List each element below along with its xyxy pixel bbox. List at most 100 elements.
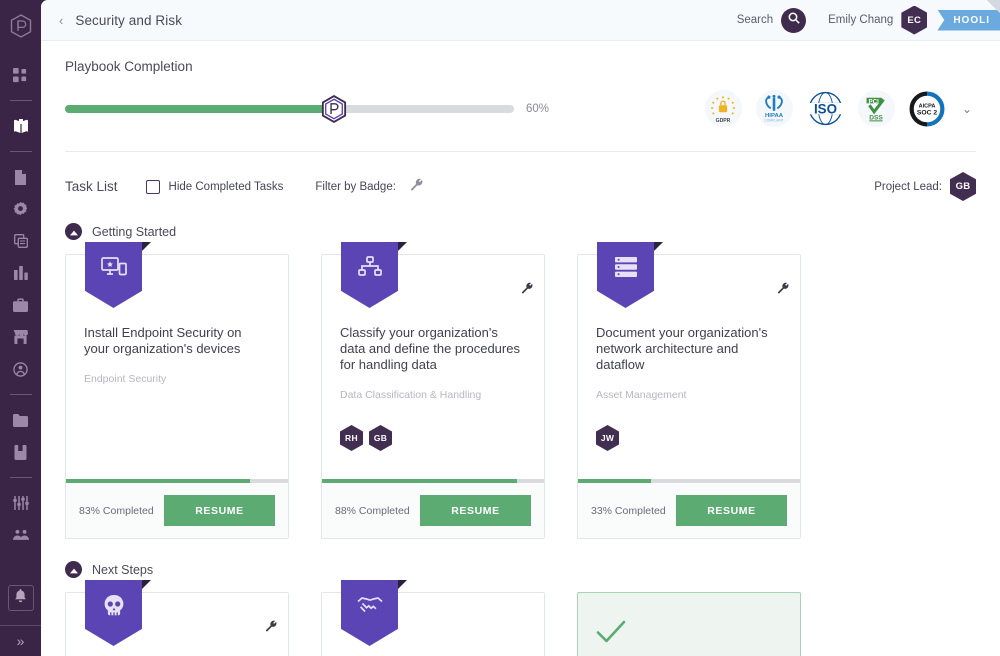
search-label: Search (736, 14, 774, 26)
project-lead-group: Project Lead: GB (874, 172, 976, 201)
sidebar-item-controls[interactable] (0, 487, 41, 519)
card-settings-wrench-icon[interactable] (777, 281, 789, 299)
section-header: Getting Started (65, 223, 976, 240)
card-progress-bar (322, 479, 544, 483)
assignee-avatar[interactable]: RH (340, 425, 363, 451)
playbook-completion-section: Playbook Completion 60% GDPR HIPAA COMPL… (41, 41, 1000, 127)
sidebar-item-settings[interactable] (0, 193, 41, 225)
hipaa-badge[interactable]: HIPAA COMPLIANT (755, 90, 793, 127)
header-right-group: Search Emily Chang EC HOOLI (737, 0, 1000, 41)
assignee-avatar[interactable]: JW (596, 425, 619, 451)
section-title: Next Steps (92, 562, 154, 577)
bell-icon (14, 588, 27, 608)
card-grid: Install Endpoint Security on your organi… (65, 242, 976, 539)
card-settings-wrench-icon[interactable] (265, 619, 277, 637)
card-subtitle: Endpoint Security (84, 373, 167, 385)
gdpr-badge[interactable]: GDPR (704, 90, 742, 127)
sidebar-item-dashboard[interactable] (0, 59, 41, 91)
task-section: Next Steps (41, 561, 1000, 656)
back-button[interactable]: ‹ (59, 13, 63, 28)
task-list-toolbar: Task List Hide Completed Tasks Filter by… (41, 152, 1000, 201)
card-subtitle: Data Classification & Handling (340, 389, 482, 401)
sidebar-item-playbooks[interactable] (0, 110, 41, 142)
resume-button[interactable]: RESUME (676, 495, 787, 526)
card-subtitle: Asset Management (596, 389, 687, 401)
soc2-badge[interactable]: AICPA SOC 2 (909, 90, 946, 127)
ribbon-fold-decoration (398, 580, 407, 589)
app-root: » ‹ Security and Risk Search Emily Chang… (0, 0, 1000, 656)
playbook-progress-row: 60% GDPR HIPAA COMPLIANT ISO PCI DSS AIC… (65, 90, 976, 127)
sidebar-item-copies[interactable] (0, 225, 41, 257)
card-settings-wrench-icon[interactable] (521, 281, 533, 299)
card-progress-fill (578, 479, 652, 483)
task-card[interactable]: Classify your organization's data and de… (321, 242, 545, 539)
sidebar-item-reports[interactable] (0, 257, 41, 289)
task-sections: Getting Started Install Endpoint Security… (41, 223, 1000, 656)
skull-icon (102, 594, 126, 623)
assignee-avatar[interactable]: GB (369, 425, 392, 451)
handshake-icon (356, 594, 383, 621)
card-progress-fill (322, 479, 518, 483)
section-title: Getting Started (92, 224, 177, 239)
iso-badge[interactable]: ISO (807, 90, 844, 127)
check-icon (596, 620, 626, 649)
server-stack-icon (614, 256, 638, 283)
resume-button[interactable]: RESUME (420, 495, 531, 526)
card-footer: 83% Completed RESUME (66, 483, 288, 538)
card-body (578, 593, 800, 656)
sidebar-divider-3 (9, 394, 32, 395)
card-grid (65, 580, 976, 656)
sidebar-item-notebook[interactable] (0, 436, 41, 468)
card-title: Document your organization's network arc… (596, 325, 768, 372)
ribbon-fold-decoration (142, 242, 151, 251)
playbook-completion-title: Playbook Completion (65, 59, 193, 74)
sidebar-item-documents[interactable] (0, 161, 41, 193)
app-logo[interactable] (10, 14, 32, 43)
project-lead-avatar[interactable]: GB (950, 172, 976, 201)
hierarchy-icon (357, 256, 382, 283)
section-collapse-toggle[interactable] (65, 223, 82, 240)
ribbon-fold-decoration (142, 580, 151, 589)
card-progress-label: 88% Completed (335, 504, 410, 517)
sidebar-item-network[interactable] (0, 353, 41, 385)
sidebar-item-files[interactable] (0, 404, 41, 436)
wrench-icon[interactable] (410, 178, 423, 196)
content-scroll-area: Playbook Completion 60% GDPR HIPAA COMPL… (41, 41, 1000, 656)
pci-dss-badge[interactable]: PCI DSS (857, 90, 895, 127)
avatar[interactable]: EC (901, 5, 928, 35)
chevron-up-icon (69, 223, 78, 241)
user-name: Emily Chang (828, 14, 894, 26)
hide-completed-label: Hide Completed Tasks (168, 180, 284, 193)
sidebar-item-marketplace[interactable] (0, 321, 41, 353)
progress-knob-logo-icon[interactable] (322, 94, 347, 123)
sidebar-divider-2 (9, 151, 32, 152)
progress-fill (65, 104, 335, 113)
card-assignees: JW (596, 425, 782, 451)
task-card[interactable] (65, 580, 289, 656)
svg-text:PCI: PCI (869, 98, 880, 105)
playbook-percent-label: 60% (526, 102, 550, 115)
resume-button[interactable]: RESUME (164, 495, 275, 526)
card-progress-label: 83% Completed (79, 504, 154, 517)
chevron-down-icon[interactable]: ⌄ (962, 102, 972, 116)
task-card[interactable] (321, 580, 545, 656)
hide-completed-checkbox[interactable] (145, 179, 160, 194)
ribbon-fold-decoration (654, 242, 663, 251)
section-collapse-toggle[interactable] (65, 561, 82, 578)
search-button[interactable] (781, 7, 807, 33)
task-card[interactable]: Install Endpoint Security on your organi… (65, 242, 289, 539)
ribbon-fold-decoration (398, 242, 407, 251)
sidebar-expand-button[interactable]: » (0, 626, 41, 656)
card-progress-bar (66, 479, 288, 483)
card-progress-fill (66, 479, 251, 483)
notifications-button[interactable] (7, 585, 34, 611)
sidebar-item-people[interactable] (0, 519, 41, 551)
card-footer: 88% Completed RESUME (322, 483, 544, 538)
task-card[interactable]: Document your organization's network arc… (577, 242, 801, 539)
top-header: ‹ Security and Risk Search Emily Chang E… (41, 0, 1000, 41)
card-title: Install Endpoint Security on your organi… (84, 325, 242, 356)
endpoint-device-icon (100, 256, 127, 285)
playbook-progress-bar[interactable] (65, 94, 514, 123)
sidebar-item-vendors[interactable] (0, 289, 41, 321)
task-card[interactable] (577, 592, 801, 656)
